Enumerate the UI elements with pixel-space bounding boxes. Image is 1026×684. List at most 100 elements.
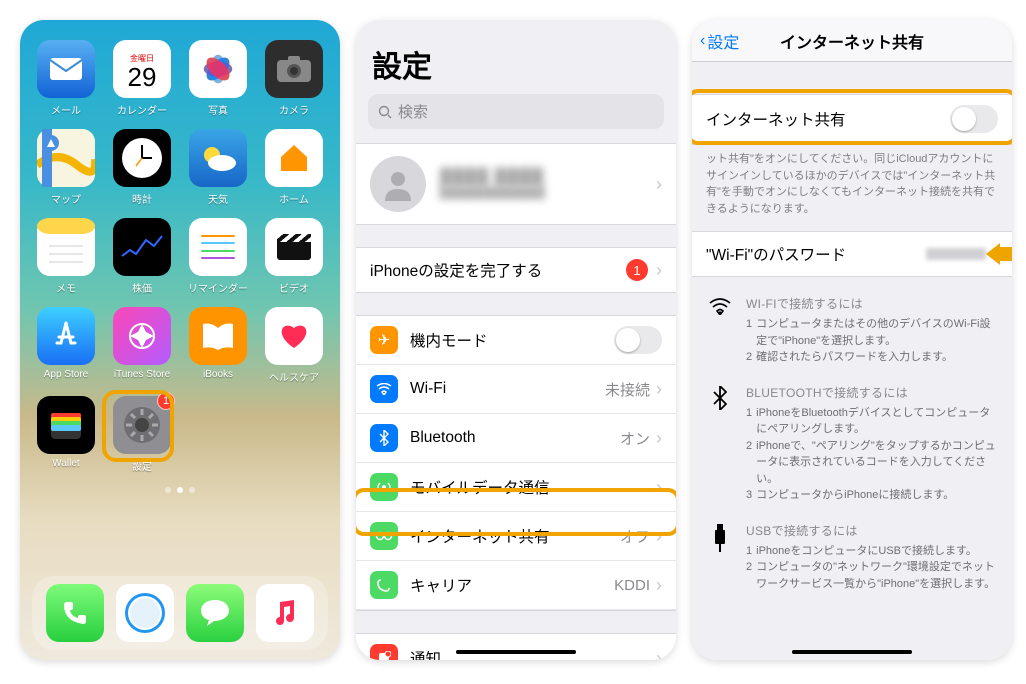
app-label: ビデオ [279,280,309,295]
clock-icon [113,129,171,187]
badge: 1 [626,259,648,281]
app-label: 写真 [208,102,228,117]
instr-wifi: WI-FIで接続するには 1コンピュータまたはその他のデバイスのWi-Fi設定で… [692,291,1012,380]
wifi-icon [370,375,398,403]
row-hotspot-toggle[interactable]: インターネット共有 [692,95,1012,144]
mail-icon [37,40,95,98]
row-airplane[interactable]: ✈ 機内モード [356,316,676,365]
app-label: 天気 [208,191,228,206]
search-field[interactable]: 検索 [368,94,664,129]
app-label: ホーム [279,191,309,206]
app-weather[interactable]: 天気 [184,129,252,206]
dock-safari[interactable] [116,584,174,642]
profile-name-blurred: ████ ████ [440,169,656,187]
cellular-icon [370,473,398,501]
footer-text: ット共有"をオンにしてください。同じiCloudアカウントにサインインしているほ… [692,145,1012,231]
dock-messages[interactable] [186,584,244,642]
chevron-icon: › [656,526,662,547]
bluetooth-icon [370,424,398,452]
app-calendar[interactable]: 金曜日 29 カレンダー [108,40,176,117]
row-wifi-password[interactable]: "Wi-Fi"のパスワード › [692,232,1012,276]
home-icon [265,129,323,187]
wifi-icon [706,295,734,366]
app-label: 時計 [132,191,152,206]
carrier-icon [370,571,398,599]
chevron-icon: › [656,575,662,596]
chevron-left-icon: ‹ [700,32,705,50]
bluetooth-icon [706,384,734,504]
instr-title: BLUETOOTHで接続するには [746,384,998,401]
dock [32,576,328,650]
app-label: 株価 [132,280,152,295]
settings-title: 設定 [356,20,676,94]
app-label: iTunes Store [114,369,170,380]
app-label: メール [51,102,81,117]
app-label: iBooks [203,369,233,380]
airplane-toggle[interactable] [614,326,662,354]
app-clock[interactable]: 時計 [108,129,176,206]
app-label: カメラ [279,102,309,117]
app-wallet[interactable]: Wallet [32,396,100,473]
app-settings[interactable]: 1 設定 [108,396,176,473]
usb-icon [706,522,734,593]
app-reminders[interactable]: リマインダー [184,218,252,295]
row-hotspot[interactable]: インターネット共有 オフ › [356,512,676,561]
app-itunes[interactable]: iTunes Store [108,307,176,384]
app-label: マップ [51,191,81,206]
app-label: 設定 [132,458,152,473]
photos-icon [189,40,247,98]
hotspot-panel: ‹ 設定 インターネット共有 インターネット共有 ット共有"をオンにしてください… [692,20,1012,660]
app-camera[interactable]: カメラ [260,40,328,117]
app-label: カレンダー [117,102,167,117]
row-wifi[interactable]: Wi-Fi 未接続 › [356,365,676,414]
row-value: オン [620,428,650,449]
search-placeholder: 検索 [398,101,428,122]
row-notifications[interactable]: 通知 › [356,634,676,660]
app-photos[interactable]: 写真 [184,40,252,117]
row-cellular[interactable]: モバイルデータ通信 › [356,463,676,512]
app-notes[interactable]: メモ [32,218,100,295]
videos-icon [265,218,323,276]
weather-icon [189,129,247,187]
row-value: 未接続 [605,379,650,400]
instr-title: WI-FIで接続するには [746,295,998,312]
row-bluetooth[interactable]: Bluetooth オン › [356,414,676,463]
row-label: 機内モード [410,329,614,351]
notes-icon [37,218,95,276]
app-appstore[interactable]: App Store [32,307,100,384]
settings-icon: 1 [113,396,171,454]
row-label: インターネット共有 [410,525,620,547]
nav-title: インターネット共有 [780,29,924,53]
avatar [370,156,426,212]
app-videos[interactable]: ビデオ [260,218,328,295]
chevron-icon: › [656,477,662,498]
settings-panel: 設定 検索 ████ ████ ████████████ › iPhoneの設定… [356,20,676,660]
hotspot-icon [370,522,398,550]
app-health[interactable]: ヘルスケア [260,307,328,384]
hotspot-toggle[interactable] [950,105,998,133]
app-home[interactable]: ホーム [260,129,328,206]
row-label: "Wi-Fi"のパスワード [706,243,926,265]
row-value: オフ [620,526,650,547]
row-label: Bluetooth [410,429,620,447]
row-carrier[interactable]: キャリア KDDI › [356,561,676,610]
stocks-icon [113,218,171,276]
instr-bluetooth: BLUETOOTHで接続するには 1iPhoneをBluetoothデバイスとし… [692,380,1012,518]
dock-music[interactable] [256,584,314,642]
search-icon [378,105,392,119]
row-value: KDDI [614,577,650,594]
app-stocks[interactable]: 株価 [108,218,176,295]
app-ibooks[interactable]: iBooks [184,307,252,384]
app-mail[interactable]: メール [32,40,100,117]
row-label: インターネット共有 [706,108,950,130]
row-label: モバイルデータ通信 [410,476,656,498]
airplane-icon: ✈ [370,326,398,354]
profile-sub-blurred: ████████████ [440,187,656,199]
home-indicator [456,650,576,654]
back-button[interactable]: ‹ 設定 [700,29,739,53]
row-setup[interactable]: iPhoneの設定を完了する 1 › [356,248,676,292]
app-maps[interactable]: マップ [32,129,100,206]
row-profile[interactable]: ████ ████ ████████████ › [356,144,676,224]
app-label: ヘルスケア [269,369,319,384]
dock-phone[interactable] [46,584,104,642]
